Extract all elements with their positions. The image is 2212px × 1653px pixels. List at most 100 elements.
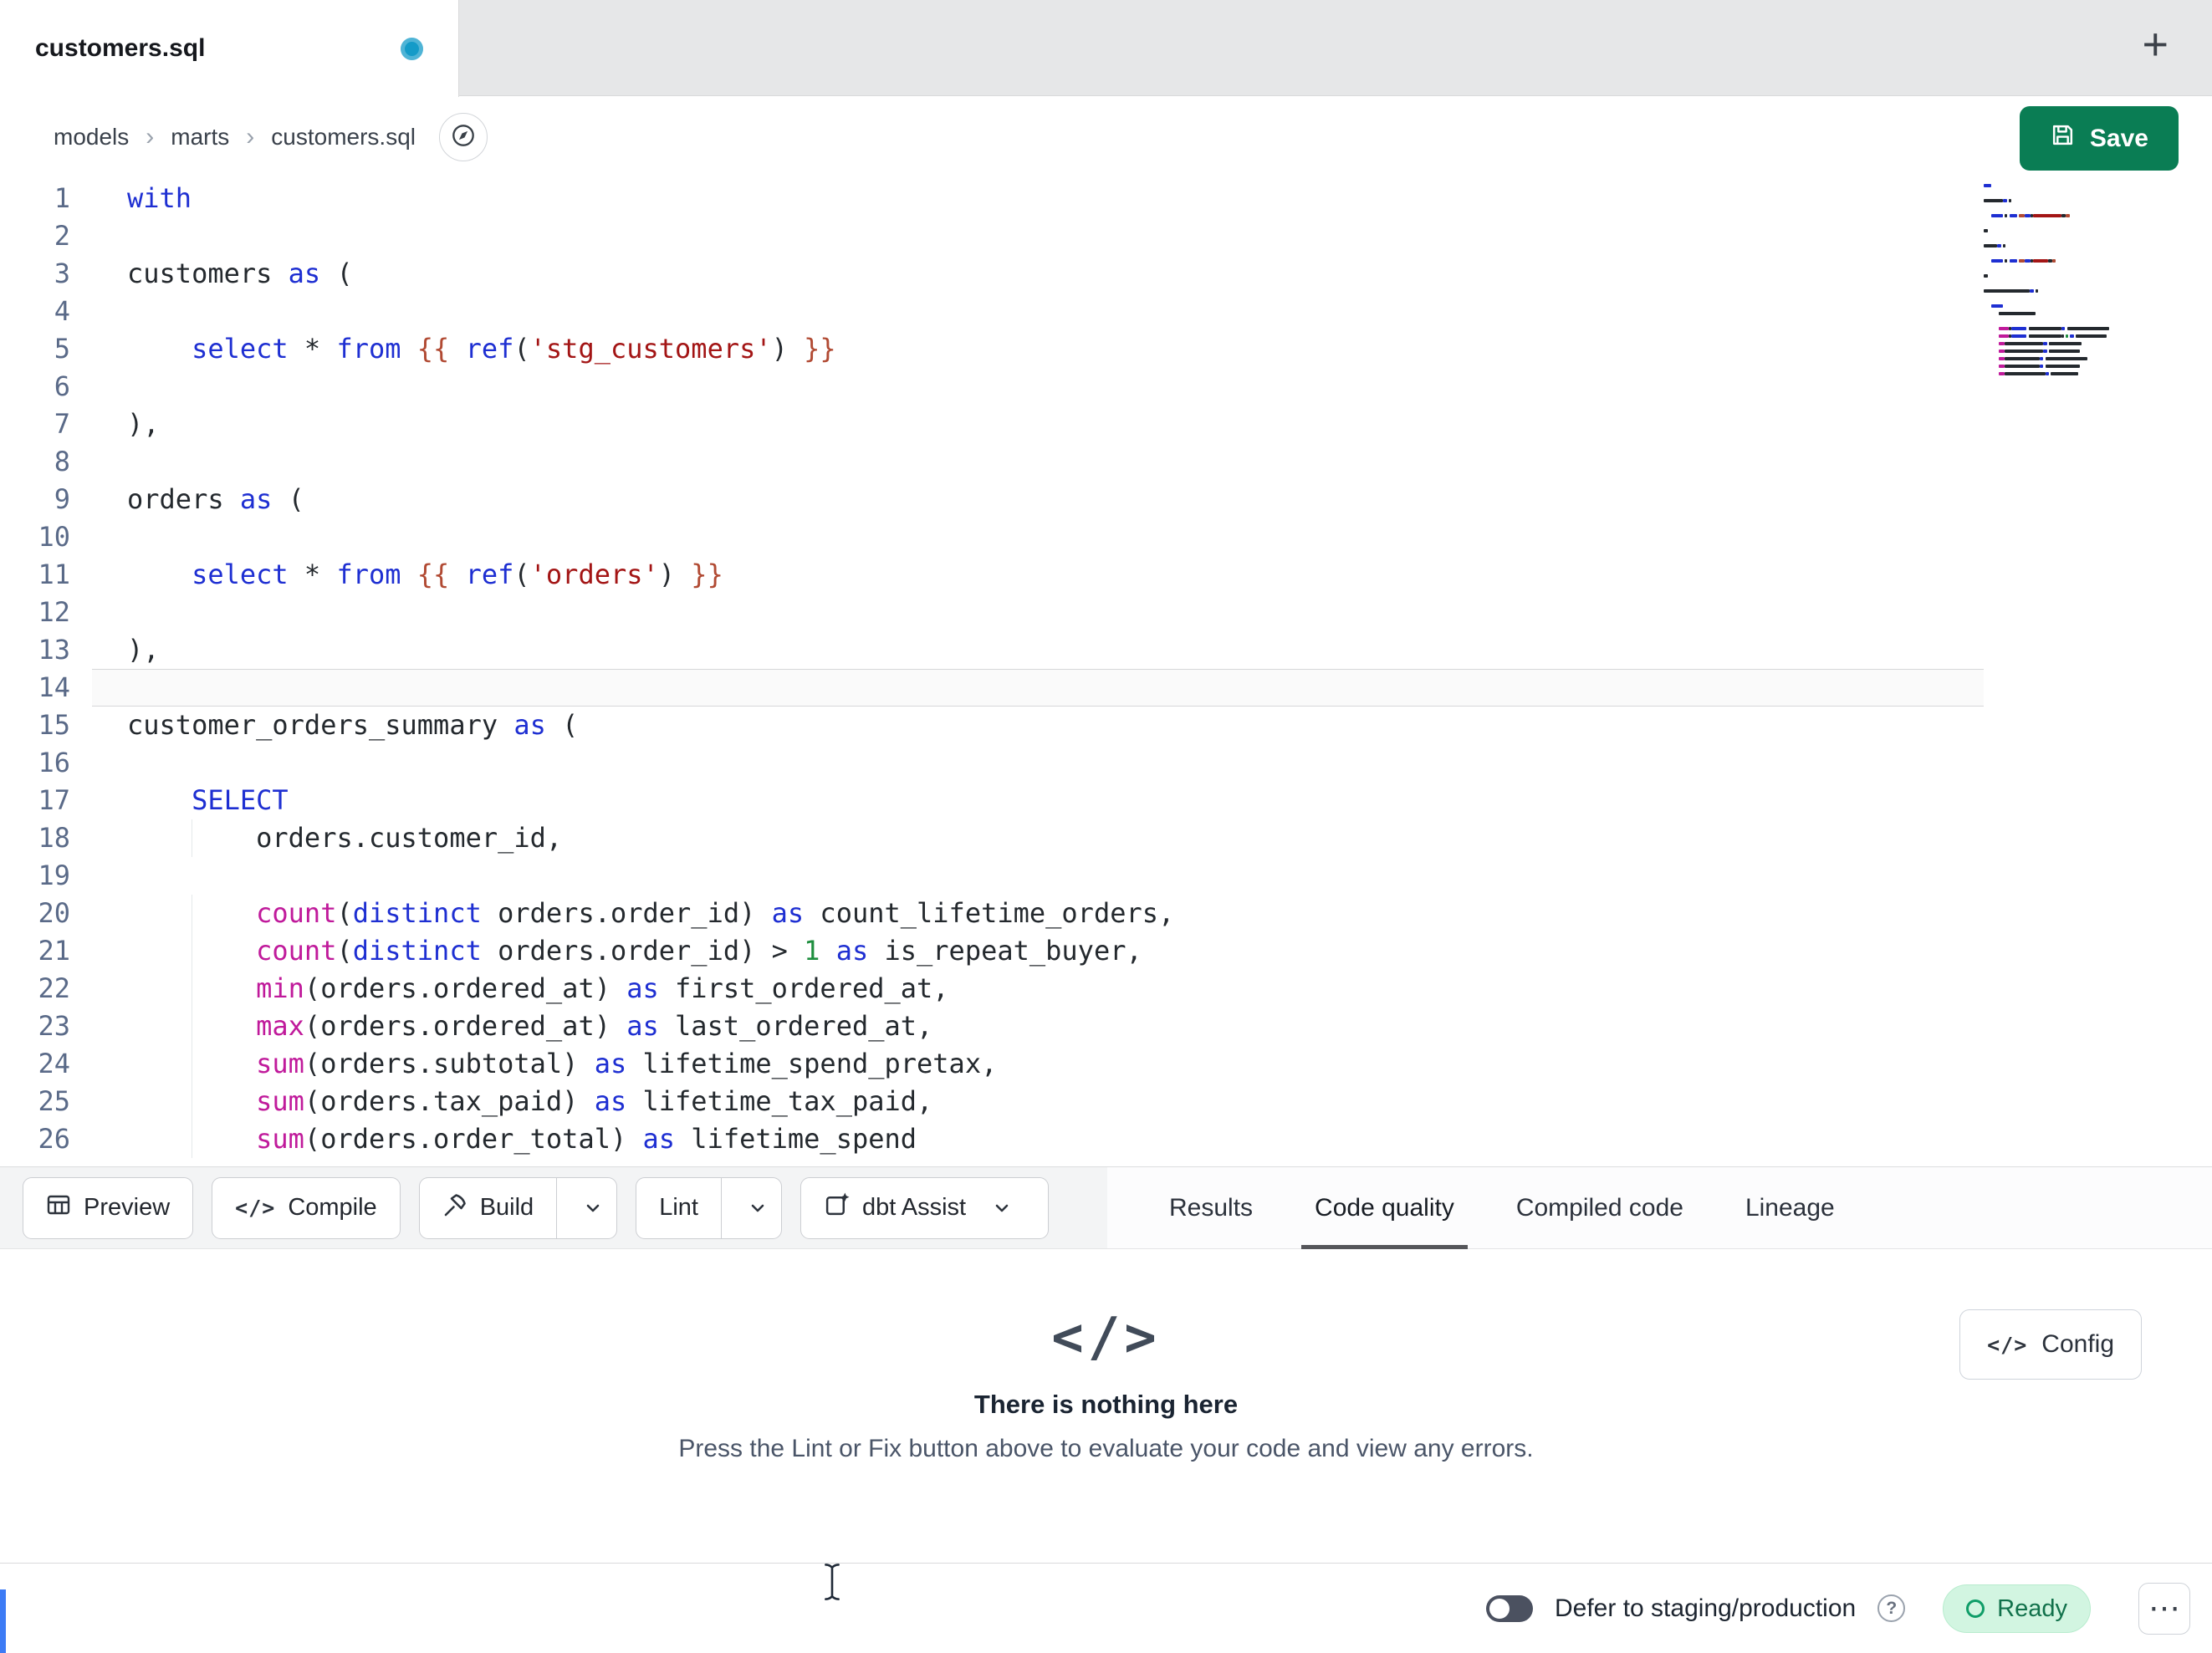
line-number[interactable]: 16 bbox=[0, 744, 92, 782]
line-number[interactable]: 22 bbox=[0, 970, 92, 1008]
line-number[interactable]: 17 bbox=[0, 782, 92, 819]
code-line[interactable]: 7), bbox=[0, 406, 1984, 443]
code-line[interactable]: 24 sum(orders.subtotal) as lifetime_spen… bbox=[0, 1045, 1984, 1083]
line-number[interactable]: 5 bbox=[0, 330, 92, 368]
code-line[interactable]: 2 bbox=[0, 217, 1984, 255]
line-number[interactable]: 21 bbox=[0, 932, 92, 970]
line-number[interactable]: 10 bbox=[0, 518, 92, 556]
code-line[interactable]: 4 bbox=[0, 293, 1984, 330]
editor-tab-bar: customers.sql + bbox=[0, 0, 2212, 97]
code-editor[interactable]: 1 with 2 3 customers as (4 5 select * from {{… bbox=[0, 176, 2212, 1166]
code-line[interactable]: 20 count(distinct orders.order_id) as co… bbox=[0, 895, 1984, 932]
line-number[interactable]: 25 bbox=[0, 1083, 92, 1120]
code-line[interactable]: 5 select * from {{ ref('stg_customers') … bbox=[0, 330, 1984, 368]
line-number[interactable]: 7 bbox=[0, 406, 92, 443]
code-line-content bbox=[92, 594, 1984, 631]
lint-button[interactable]: Lint bbox=[636, 1176, 782, 1239]
minimap-line bbox=[1984, 189, 2109, 196]
minimap-line bbox=[1984, 302, 2109, 309]
code-line[interactable]: 1 with bbox=[0, 180, 1984, 217]
code-line[interactable]: 9 orders as ( bbox=[0, 481, 1984, 518]
line-number[interactable]: 9 bbox=[0, 481, 92, 518]
compile-button[interactable]: </> Compile bbox=[212, 1176, 401, 1239]
new-tab-button[interactable]: + bbox=[2142, 22, 2169, 67]
path-bar: models › marts › customers.sql Save bbox=[0, 97, 2212, 176]
line-number[interactable]: 13 bbox=[0, 631, 92, 669]
code-line[interactable]: 15 customer_orders_summary as ( bbox=[0, 707, 1984, 744]
line-number[interactable]: 1 bbox=[0, 180, 92, 217]
line-number[interactable]: 11 bbox=[0, 556, 92, 594]
code-line-content: sum(orders.subtotal) as lifetime_spend_p… bbox=[92, 1045, 1984, 1083]
config-button[interactable]: </> Config bbox=[1959, 1309, 2142, 1380]
code-line[interactable]: 12 bbox=[0, 594, 1984, 631]
editor-toolbar: Preview </> Compile Build Lint dbt Assis… bbox=[0, 1166, 2212, 1249]
defer-toggle[interactable] bbox=[1486, 1594, 1533, 1622]
line-number[interactable]: 8 bbox=[0, 443, 92, 481]
line-number[interactable]: 23 bbox=[0, 1008, 92, 1045]
breadcrumb-item-customers-sql[interactable]: customers.sql bbox=[271, 124, 416, 151]
toolbar-buttons: Preview </> Compile Build Lint dbt Assis… bbox=[23, 1167, 1050, 1248]
code-line[interactable]: 16 bbox=[0, 744, 1984, 782]
line-number[interactable]: 19 bbox=[0, 857, 92, 895]
build-button[interactable]: Build bbox=[418, 1176, 618, 1239]
line-number[interactable]: 4 bbox=[0, 293, 92, 330]
lint-dropdown-chevron[interactable] bbox=[734, 1178, 781, 1238]
panel-tab-results[interactable]: Results bbox=[1169, 1167, 1253, 1248]
preview-button[interactable]: Preview bbox=[23, 1176, 194, 1239]
ready-status-badge[interactable]: Ready bbox=[1943, 1584, 2091, 1633]
code-line[interactable]: 11 select * from {{ ref('orders') }} bbox=[0, 556, 1984, 594]
line-number[interactable]: 3 bbox=[0, 255, 92, 293]
code-line[interactable]: 23 max(orders.ordered_at) as last_ordere… bbox=[0, 1008, 1984, 1045]
code-line[interactable]: 3 customers as ( bbox=[0, 255, 1984, 293]
line-number[interactable]: 6 bbox=[0, 368, 92, 406]
dbt-assist-button[interactable]: dbt Assist bbox=[799, 1176, 1050, 1239]
line-number[interactable]: 15 bbox=[0, 707, 92, 744]
explore-compass-button[interactable] bbox=[438, 112, 488, 161]
line-number[interactable]: 14 bbox=[0, 669, 92, 707]
file-tab-customers-sql[interactable]: customers.sql bbox=[0, 0, 459, 97]
line-number[interactable]: 26 bbox=[0, 1120, 92, 1158]
line-number[interactable]: 20 bbox=[0, 895, 92, 932]
code-line[interactable]: 10 bbox=[0, 518, 1984, 556]
minimap-line bbox=[1984, 355, 2109, 362]
breadcrumb-item-marts[interactable]: marts bbox=[171, 124, 229, 151]
code-line-content: min(orders.ordered_at) as first_ordered_… bbox=[92, 970, 1984, 1008]
code-line-content: orders.customer_id, bbox=[92, 819, 1984, 857]
minimap-line bbox=[1984, 272, 2109, 279]
assist-sparkle-icon bbox=[824, 1191, 850, 1224]
line-number[interactable]: 24 bbox=[0, 1045, 92, 1083]
panel-tab-compiled-code[interactable]: Compiled code bbox=[1516, 1167, 1683, 1248]
line-number[interactable]: 12 bbox=[0, 594, 92, 631]
code-line[interactable]: 19 bbox=[0, 857, 1984, 895]
code-line[interactable]: 18 orders.customer_id, bbox=[0, 819, 1984, 857]
code-line[interactable]: 17 SELECT bbox=[0, 782, 1984, 819]
code-line[interactable]: 6 bbox=[0, 368, 1984, 406]
save-button[interactable]: Save bbox=[2019, 106, 2179, 171]
line-number[interactable]: 18 bbox=[0, 819, 92, 857]
minimap[interactable] bbox=[1984, 181, 2110, 377]
minimap-line bbox=[1984, 317, 2109, 324]
build-dropdown-chevron[interactable] bbox=[570, 1178, 616, 1238]
code-line[interactable]: 14 bbox=[0, 669, 1984, 707]
code-line-content bbox=[92, 744, 1984, 782]
breadcrumb-separator: › bbox=[146, 122, 155, 151]
assist-dropdown-chevron[interactable] bbox=[978, 1178, 1025, 1238]
code-line[interactable]: 25 sum(orders.tax_paid) as lifetime_tax_… bbox=[0, 1083, 1984, 1120]
panel-tab-lineage[interactable]: Lineage bbox=[1745, 1167, 1835, 1248]
code-line-content: ), bbox=[127, 634, 160, 666]
minimap-line bbox=[1984, 347, 2109, 355]
line-number[interactable]: 2 bbox=[0, 217, 92, 255]
breadcrumb-item-models[interactable]: models bbox=[54, 124, 129, 151]
code-line[interactable]: 8 bbox=[0, 443, 1984, 481]
code-line-content: max(orders.ordered_at) as last_ordered_a… bbox=[92, 1008, 1984, 1045]
code-line[interactable]: 21 count(distinct orders.order_id) > 1 a… bbox=[0, 932, 1984, 970]
code-line[interactable]: 26 sum(orders.order_total) as lifetime_s… bbox=[0, 1120, 1984, 1158]
code-line[interactable]: 13), bbox=[0, 631, 1984, 669]
build-label: Build bbox=[479, 1194, 534, 1221]
minimap-line bbox=[1984, 196, 2109, 204]
help-icon[interactable]: ? bbox=[1877, 1594, 1906, 1622]
panel-tab-code-quality[interactable]: Code quality bbox=[1301, 1167, 1468, 1249]
more-options-button[interactable]: ⋯ bbox=[2138, 1583, 2190, 1635]
code-icon: </> bbox=[235, 1196, 276, 1220]
code-line[interactable]: 22 min(orders.ordered_at) as first_order… bbox=[0, 970, 1984, 1008]
